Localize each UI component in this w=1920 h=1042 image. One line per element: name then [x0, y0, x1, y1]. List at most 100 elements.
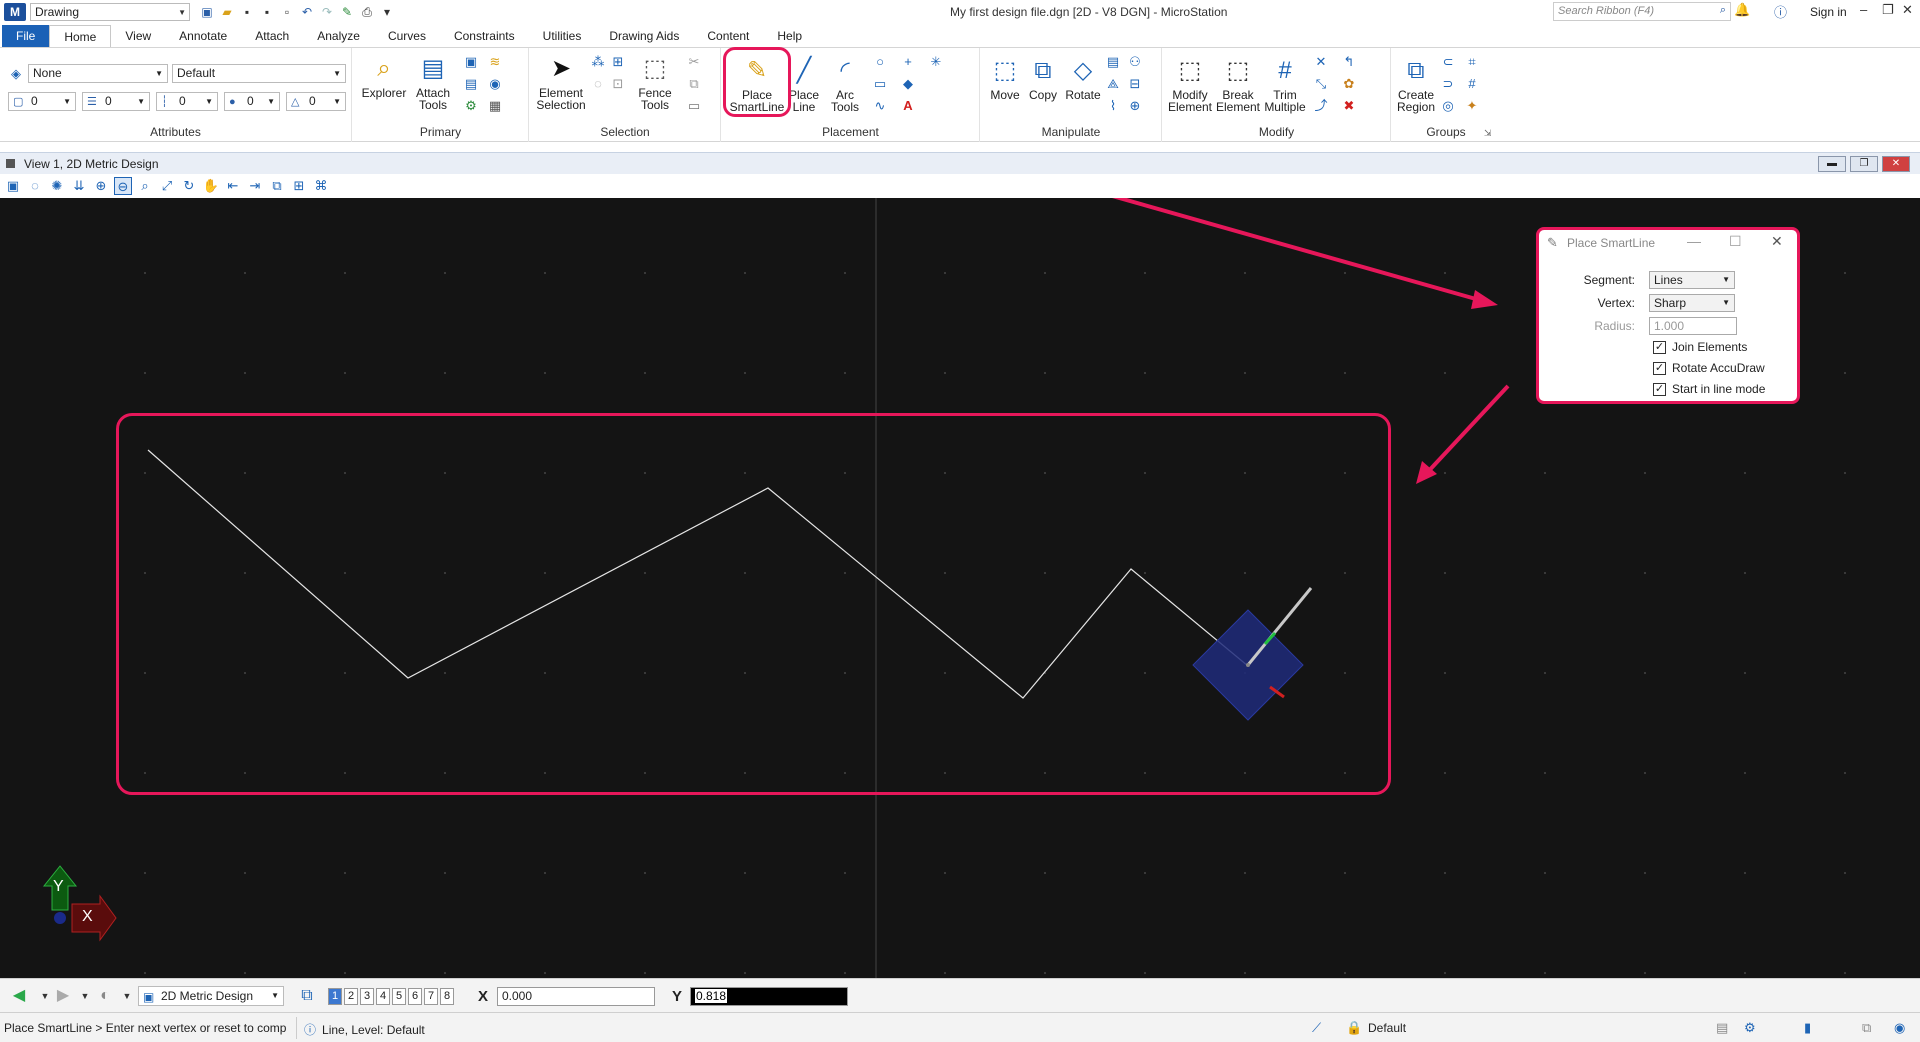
tab-annotate[interactable]: Annotate — [165, 25, 241, 47]
view-7-button[interactable]: 7 — [424, 988, 438, 1005]
element-selection-button[interactable]: ➤ Element Selection — [536, 54, 586, 111]
explorer-button[interactable]: ⌕ Explorer — [359, 54, 409, 99]
array-icon[interactable]: ⚇ — [1127, 54, 1143, 70]
copy-view-icon[interactable]: ⧉ — [268, 177, 286, 195]
place-line-button[interactable]: ╱ Place Line — [786, 56, 822, 113]
move-button[interactable]: ⬚ Move — [987, 56, 1023, 101]
point-icon[interactable]: + — [900, 54, 916, 70]
copy-clipboard-icon[interactable]: ⧉ — [686, 76, 702, 92]
extend-icon[interactable]: ✕ — [1313, 54, 1329, 70]
tab-constraints[interactable]: Constraints — [440, 25, 529, 47]
open-folder-icon[interactable]: ▰ — [220, 5, 234, 19]
align-icon[interactable]: ⊟ — [1127, 76, 1143, 92]
help-icon[interactable]: ⓘ — [1774, 2, 1787, 21]
forward-arrow-icon[interactable]: ▶ — [52, 986, 74, 1006]
arc-tools-button[interactable]: ◜ Arc Tools — [822, 56, 868, 113]
display-icon[interactable]: ◉ — [487, 76, 503, 92]
close-icon[interactable]: ✕ — [1902, 2, 1913, 18]
tab-attach[interactable]: Attach — [241, 25, 303, 47]
back-arrow-icon[interactable]: ◀ — [8, 986, 30, 1006]
rotate-view-icon[interactable]: ↻ — [180, 177, 198, 195]
dialog-launcher-icon[interactable]: ⇲ — [1484, 128, 1492, 139]
undo-icon[interactable]: ↶ — [300, 5, 314, 19]
view-1-button[interactable]: 1 — [328, 988, 342, 1005]
select-all-icon[interactable]: ⁂ — [590, 54, 606, 70]
window-list-icon[interactable]: ⧉ — [1862, 1020, 1871, 1036]
curve-icon[interactable]: ∿ — [872, 98, 888, 114]
save-settings-icon[interactable]: ▪ — [260, 5, 274, 19]
delete-icon[interactable]: ✖ — [1341, 98, 1357, 114]
text-icon[interactable]: A — [900, 98, 916, 114]
active-level-select[interactable]: None ▼ — [28, 64, 168, 83]
view-8-button[interactable]: 8 — [440, 988, 454, 1005]
select-by-attr-icon[interactable]: ⊞ — [610, 54, 626, 70]
active-level-status[interactable]: Default — [1368, 1021, 1406, 1035]
trim-multiple-button[interactable]: # Trim Multiple — [1263, 56, 1307, 113]
tab-curves[interactable]: Curves — [374, 25, 440, 47]
ribbon-search-input[interactable]: Search Ribbon (F4) ⌕ — [1553, 2, 1731, 21]
change-attributes-icon[interactable]: ✿ — [1341, 76, 1357, 92]
transparency-select[interactable]: ● 0 ▼ — [224, 92, 280, 111]
view-restore-icon[interactable]: ❐ — [1850, 156, 1878, 172]
radius-input[interactable]: 1.000 — [1649, 317, 1737, 335]
dialog-maximize-icon[interactable]: ☐ — [1729, 233, 1742, 250]
rotate-accudraw-checkbox[interactable]: ✓ Rotate AccuDraw — [1653, 361, 1765, 375]
priority-select[interactable]: △ 0 ▼ — [286, 92, 346, 111]
tab-drawing-aids[interactable]: Drawing Aids — [595, 25, 693, 47]
chevron-down-icon[interactable]: ▼ — [116, 986, 138, 1006]
properties-icon[interactable]: ▤ — [463, 76, 479, 92]
camera-icon[interactable]: ⌘ — [312, 177, 330, 195]
tab-content[interactable]: Content — [693, 25, 763, 47]
modify-element-button[interactable]: ⬚ Modify Element — [1165, 56, 1215, 113]
customize-qat-icon[interactable]: ▾ — [380, 5, 394, 19]
view-4-button[interactable]: 4 — [376, 988, 390, 1005]
tab-analyze[interactable]: Analyze — [303, 25, 374, 47]
lighting-icon[interactable]: ✺ — [48, 177, 66, 195]
drop-icon[interactable]: ◎ — [1440, 98, 1456, 114]
view-attributes-icon[interactable]: ▣ — [4, 177, 22, 195]
break-element-button[interactable]: ⬚ Break Element — [1215, 56, 1261, 113]
sign-in-link[interactable]: Sign in — [1810, 5, 1847, 19]
partial-delete-icon[interactable]: ⤴ — [1313, 98, 1329, 114]
chevron-down-icon[interactable]: ▼ — [74, 986, 96, 1006]
view-minimize-icon[interactable]: ▬ — [1818, 156, 1846, 172]
deselect-icon[interactable]: ◌ — [590, 76, 606, 92]
redo-icon[interactable]: ↷ — [320, 5, 334, 19]
stretch-icon[interactable]: ⌇ — [1105, 98, 1121, 114]
restore-icon[interactable]: ❐ — [1882, 2, 1894, 18]
view-6-button[interactable]: 6 — [408, 988, 422, 1005]
create-region-button[interactable]: ⧉ Create Region — [1392, 56, 1440, 113]
fillet-icon[interactable]: ↰ — [1341, 54, 1357, 70]
polygon-icon[interactable]: ◆ — [900, 76, 916, 92]
scale-icon[interactable]: ▤ — [1105, 54, 1121, 70]
group-icon[interactable]: ⊂ — [1440, 54, 1456, 70]
minimize-icon[interactable]: – — [1860, 2, 1867, 17]
tab-file[interactable]: File — [2, 25, 50, 47]
complex-chain-icon[interactable]: ⊃ — [1440, 76, 1456, 92]
cut-icon[interactable]: ✂ — [686, 54, 702, 70]
view-groups-icon[interactable]: ⧉ — [296, 986, 318, 1006]
spin-icon[interactable]: ⊕ — [1127, 98, 1143, 114]
attach-tools-button[interactable]: ▤ Attach Tools — [409, 54, 457, 111]
segment-select[interactable]: Lines ▼ — [1649, 271, 1735, 289]
print-icon[interactable]: ⎙ — [360, 5, 374, 19]
levels-icon[interactable]: ≋ — [487, 54, 503, 70]
copy-button[interactable]: ⧉ Copy — [1025, 56, 1061, 101]
accusnap-icon[interactable]: ⟋ — [1312, 1020, 1321, 1036]
view-next-icon[interactable]: ⇥ — [246, 177, 264, 195]
lightbulb-icon[interactable]: ✦ — [1464, 98, 1480, 114]
model-select[interactable]: ▣ 2D Metric Design ▼ — [138, 986, 284, 1006]
join-elements-checkbox[interactable]: ✓ Join Elements — [1653, 340, 1747, 354]
fence-tools-button[interactable]: ⬚ Fence Tools — [630, 54, 680, 111]
compress-icon[interactable]: ▫ — [280, 5, 294, 19]
clip-volume-icon[interactable]: ⊞ — [290, 177, 308, 195]
save-icon[interactable]: ▪ — [240, 5, 254, 19]
tab-utilities[interactable]: Utilities — [529, 25, 596, 47]
saved-views-icon[interactable]: ◐ — [94, 986, 116, 1006]
lock-icon[interactable]: 🔒 — [1346, 1020, 1362, 1036]
display-style-icon[interactable]: ◌ — [26, 177, 44, 195]
workflow-icon[interactable]: ▣ — [200, 5, 214, 19]
start-line-mode-checkbox[interactable]: ✓ Start in line mode — [1653, 382, 1765, 396]
toolbox-icon[interactable]: ⚙ — [463, 98, 479, 114]
chamfer-icon[interactable]: ⤡ — [1313, 76, 1329, 92]
